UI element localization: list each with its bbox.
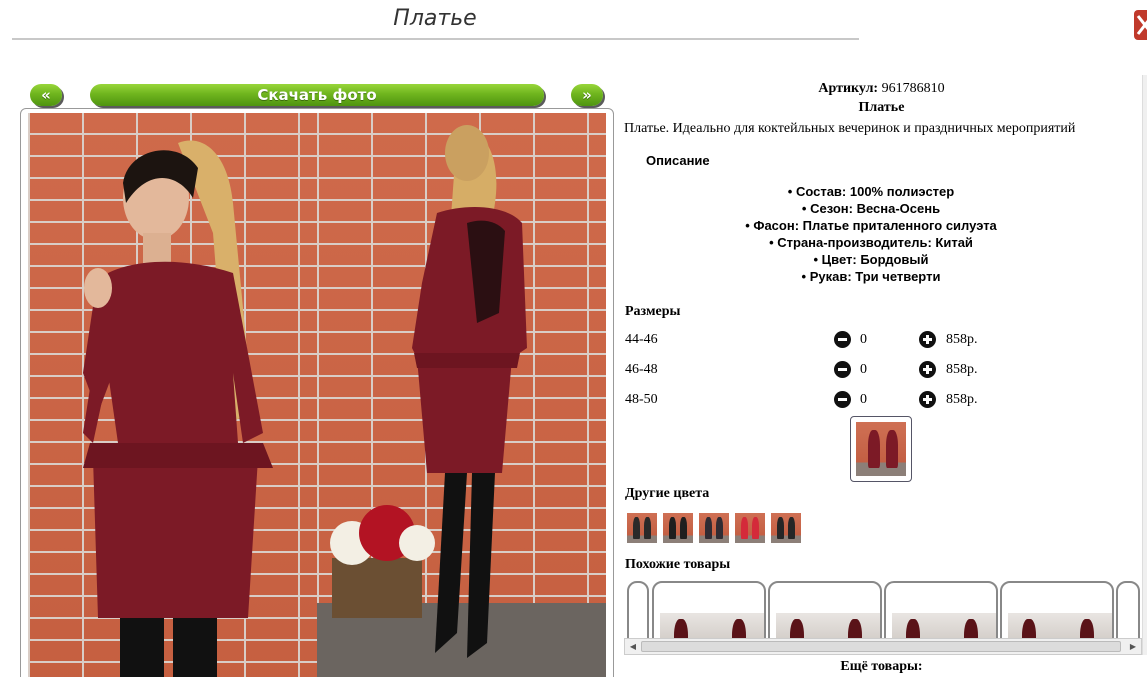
scroll-left-icon[interactable]: ◀ [627, 641, 639, 652]
horizontal-scrollbar[interactable]: ◀ ▶ [624, 638, 1142, 655]
increase-qty-icon[interactable] [919, 391, 936, 408]
download-photo-button[interactable]: Скачать фото [90, 84, 544, 106]
color-variant-thumbnail[interactable] [627, 513, 657, 543]
attribute-item: Состав: 100% полиэстер [621, 183, 1121, 200]
more-products-label[interactable]: Ещё товары: [621, 659, 1142, 675]
decrease-qty-icon[interactable] [834, 361, 851, 378]
similar-product-card[interactable] [1116, 581, 1140, 645]
decrease-qty-icon[interactable] [834, 331, 851, 348]
product-photo-back [317, 113, 606, 677]
similar-product-card[interactable] [1000, 581, 1114, 645]
close-icon[interactable] [1134, 10, 1147, 40]
scrollbar-thumb[interactable] [641, 641, 1121, 652]
product-photo-frame [20, 108, 614, 677]
price-value: 858р. [946, 392, 978, 407]
color-variant-thumbnail[interactable] [771, 513, 801, 543]
vertical-scrollbar[interactable] [1142, 75, 1147, 655]
price-value: 858р. [946, 332, 978, 347]
increase-qty-icon[interactable] [919, 331, 936, 348]
similar-product-card[interactable] [884, 581, 998, 645]
product-info-panel: Артикул: 961786810 Платье Платье. Идеаль… [621, 75, 1142, 655]
qty-value: 0 [860, 362, 867, 377]
size-label: 48-50 [625, 392, 658, 407]
current-photo-thumbnail[interactable] [850, 416, 912, 482]
product-name: Платье [858, 100, 905, 115]
attribute-item: Рукав: Три четверти [621, 268, 1121, 285]
size-row: 44-46 0 858р. [621, 330, 1142, 350]
size-label: 46-48 [625, 362, 658, 377]
details-heading: Описание [646, 153, 710, 168]
title-divider [12, 38, 859, 40]
article-value: 961786810 [881, 81, 945, 96]
attribute-item: Страна-производитель: Китай [621, 234, 1121, 251]
sizes-heading: Размеры [625, 304, 681, 319]
scroll-right-icon[interactable]: ▶ [1127, 641, 1139, 652]
attribute-item: Цвет: Бордовый [621, 251, 1121, 268]
similar-product-card[interactable] [652, 581, 766, 645]
similar-product-card[interactable] [627, 581, 649, 645]
color-variant-thumbnail[interactable] [663, 513, 693, 543]
decrease-qty-icon[interactable] [834, 391, 851, 408]
product-description: Платье. Идеально для коктейльных вечерин… [624, 121, 1076, 136]
color-variant-thumbnail[interactable] [735, 513, 765, 543]
similar-product-card[interactable] [768, 581, 882, 645]
color-variant-thumbnail[interactable] [699, 513, 729, 543]
attribute-item: Сезон: Весна-Осень [621, 200, 1121, 217]
size-label: 44-46 [625, 332, 658, 347]
prev-photo-button[interactable]: « [30, 84, 62, 106]
increase-qty-icon[interactable] [919, 361, 936, 378]
article-line: Артикул: 961786810 [621, 81, 1142, 97]
size-row: 48-50 0 858р. [621, 390, 1142, 410]
next-photo-button[interactable]: » [571, 84, 603, 106]
price-value: 858р. [946, 362, 978, 377]
qty-value: 0 [860, 392, 867, 407]
page-title: Платье [393, 6, 477, 31]
similar-heading: Похожие товары [625, 557, 731, 572]
product-photo-front [28, 113, 317, 677]
article-label: Артикул: [818, 81, 879, 96]
other-colors-heading: Другие цвета [625, 486, 710, 501]
size-row: 46-48 0 858р. [621, 360, 1142, 380]
more-products[interactable]: Ещё товары: [0, 659, 1147, 675]
attribute-item: Фасон: Платье приталенного силуэта [621, 217, 1121, 234]
qty-value: 0 [860, 332, 867, 347]
attribute-list: Состав: 100% полиэстер Сезон: Весна-Осен… [621, 183, 1142, 285]
similar-products-carousel[interactable] [624, 577, 1141, 645]
